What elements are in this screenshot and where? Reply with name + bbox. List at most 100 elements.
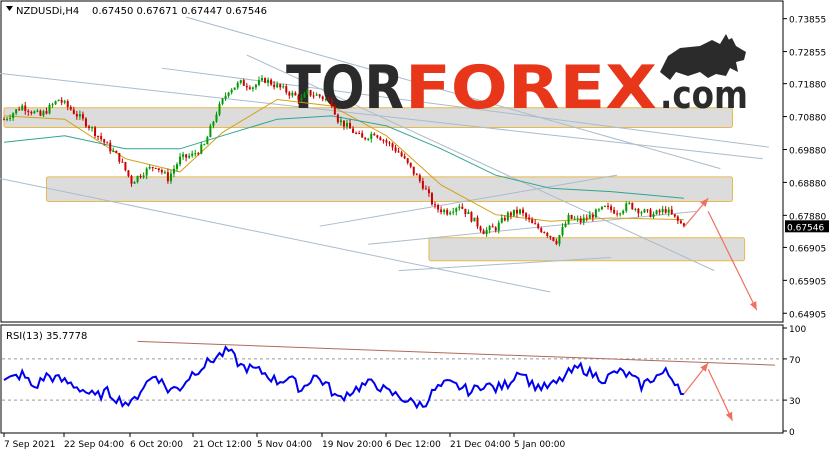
- candle-body: [637, 208, 640, 214]
- symbol-label: NZDUSDi,H4: [16, 6, 79, 17]
- candle-body: [500, 217, 503, 223]
- candle-body: [679, 220, 682, 224]
- candle-body: [345, 123, 348, 127]
- candle-body: [452, 211, 455, 213]
- candle-body: [409, 162, 412, 167]
- candle-body: [655, 210, 658, 215]
- candle-body: [291, 92, 294, 96]
- candle-body: [169, 173, 172, 182]
- candle-body: [81, 114, 84, 119]
- candle-body: [182, 154, 185, 157]
- price-tick-label: 0.69880: [789, 146, 826, 156]
- candle-body: [458, 206, 461, 209]
- candle-body: [297, 95, 300, 101]
- price-tick-label: 0.71880: [789, 81, 826, 91]
- candle-body: [251, 87, 254, 89]
- candle-body: [215, 114, 218, 122]
- candle-body: [473, 217, 476, 222]
- candle-body: [303, 93, 306, 98]
- candle-body: [257, 80, 260, 85]
- candle-body: [54, 101, 57, 105]
- candle-body: [78, 114, 81, 117]
- candle-body: [139, 175, 142, 178]
- candle-body: [321, 96, 324, 100]
- time-tick-label: 19 Nov 20:00: [322, 440, 383, 450]
- price-tick-label: 0.66905: [789, 244, 826, 254]
- candle-body: [591, 214, 594, 218]
- candle-body: [188, 155, 191, 158]
- candle-body: [364, 137, 367, 140]
- candle-body: [48, 104, 51, 114]
- candle-body: [106, 142, 109, 144]
- price-tick-label: 0.73855: [789, 16, 826, 26]
- candle-body: [42, 111, 45, 116]
- price-tick-label: 0.64905: [789, 310, 826, 320]
- candle-body: [300, 97, 303, 101]
- candle-body: [661, 209, 664, 213]
- time-tick-label: 21 Dec 04:00: [450, 440, 511, 450]
- candle-body: [306, 90, 309, 94]
- candle-body: [312, 95, 315, 97]
- candle-body: [282, 86, 285, 88]
- candle-body: [230, 89, 233, 93]
- candle-body: [60, 99, 63, 103]
- rsi-label: RSI(13) 35.7778: [6, 331, 87, 342]
- candle-body: [97, 135, 100, 137]
- candle-body: [412, 166, 415, 175]
- candle-body: [382, 140, 385, 142]
- candle-body: [148, 167, 151, 169]
- candle-body: [115, 150, 118, 154]
- candle-body: [552, 237, 555, 241]
- candle-body: [103, 139, 106, 143]
- candle-body: [87, 126, 90, 128]
- candle-body: [270, 79, 273, 85]
- candle-body: [358, 133, 361, 135]
- candle-body: [127, 170, 130, 177]
- candle-body: [121, 161, 124, 163]
- candle-body: [537, 224, 540, 229]
- candle-body: [525, 213, 528, 218]
- candle-body: [33, 111, 36, 114]
- symbol-header: NZDUSDi,H4 0.67450 0.67671 0.67447 0.675…: [6, 6, 267, 17]
- candle-body: [248, 87, 251, 89]
- candle-body: [400, 152, 403, 157]
- candle-body: [628, 202, 631, 204]
- candle-body: [497, 222, 500, 231]
- candle-body: [145, 168, 148, 176]
- time-tick-label: 7 Sep 2021: [4, 440, 55, 450]
- candle-body: [531, 219, 534, 224]
- candle-body: [36, 110, 39, 112]
- candle-body: [528, 217, 531, 220]
- candle-body: [488, 226, 491, 230]
- candle-body: [194, 153, 197, 155]
- candle-body: [133, 181, 136, 184]
- candle-body: [634, 208, 637, 210]
- candle-body: [415, 174, 418, 176]
- candle-body: [455, 208, 458, 212]
- candle-body: [91, 127, 94, 129]
- candle-body: [406, 158, 409, 163]
- candle-body: [109, 142, 112, 152]
- candle-body: [163, 172, 166, 174]
- candle-body: [236, 82, 239, 88]
- candle-body: [112, 150, 115, 152]
- candle-body: [227, 92, 230, 96]
- candle-body: [370, 133, 373, 139]
- candle-body: [434, 204, 437, 206]
- candle-body: [218, 103, 221, 115]
- candle-body: [75, 113, 78, 117]
- candle-body: [342, 120, 345, 127]
- candle-body: [352, 128, 355, 133]
- candle-body: [200, 144, 203, 154]
- candle-body: [570, 214, 573, 219]
- candle-body: [461, 206, 464, 209]
- candle-body: [233, 87, 236, 90]
- candle-body: [379, 137, 382, 141]
- candle-body: [136, 175, 139, 182]
- candle-body: [540, 228, 543, 233]
- candle-body: [15, 109, 18, 114]
- chart-canvas[interactable]: TOR FOREX .com NZDUSDi,H4 0.67450 0.6767…: [0, 0, 830, 455]
- candle-body: [288, 92, 291, 96]
- candle-body: [261, 78, 263, 81]
- candle-body: [160, 170, 163, 173]
